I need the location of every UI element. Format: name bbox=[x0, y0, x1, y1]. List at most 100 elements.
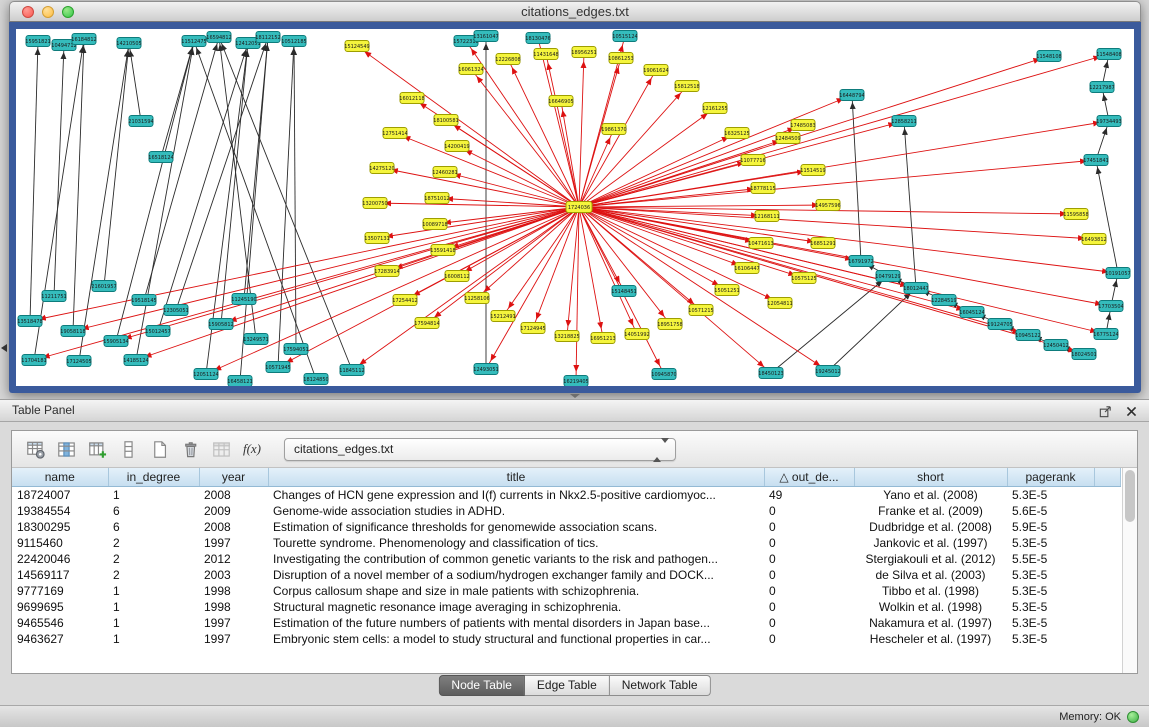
graph-edge[interactable] bbox=[1096, 160, 1118, 273]
table-row[interactable]: 911546021997Tourette syndrome. Phenomeno… bbox=[12, 535, 1120, 551]
graph-edge[interactable] bbox=[457, 146, 579, 207]
graph-edge[interactable] bbox=[30, 207, 579, 321]
table-cell[interactable]: 2009 bbox=[199, 503, 268, 519]
table-cell[interactable] bbox=[1094, 583, 1120, 599]
graph-node[interactable]: 17594051 bbox=[283, 344, 308, 355]
graph-node[interactable]: 15148451 bbox=[611, 286, 636, 297]
graph-node[interactable]: 10571945 bbox=[265, 362, 290, 373]
table-cell[interactable]: 6 bbox=[108, 503, 199, 519]
table-cell[interactable]: Estimation of the future numbers of pati… bbox=[268, 615, 764, 631]
graph-node[interactable]: 16851291 bbox=[810, 238, 835, 249]
delete-table-icon[interactable] bbox=[177, 436, 203, 462]
new-file-icon[interactable] bbox=[146, 436, 172, 462]
table-cell[interactable]: 22420046 bbox=[12, 551, 108, 567]
graph-node[interactable]: 11431648 bbox=[533, 49, 558, 60]
graph-node[interactable]: 21601957 bbox=[91, 281, 116, 292]
table-cell[interactable]: Stergiakouli et al. (2012) bbox=[854, 551, 1007, 567]
graph-node[interactable]: 18112152 bbox=[255, 32, 280, 43]
graph-node[interactable]: 11077716 bbox=[740, 155, 765, 166]
graph-node[interactable]: 16594812 bbox=[206, 32, 231, 43]
graph-edge[interactable] bbox=[579, 205, 828, 207]
network-table-select[interactable]: citations_edges.txt bbox=[284, 438, 676, 461]
graph-node[interactable]: 12751414 bbox=[382, 128, 407, 139]
graph-node[interactable]: 16775124 bbox=[1093, 329, 1118, 340]
table-cell[interactable]: 1998 bbox=[199, 599, 268, 615]
graph-node[interactable]: 16106447 bbox=[734, 263, 759, 274]
graph-node[interactable]: 11595858 bbox=[1063, 209, 1088, 220]
table-cell[interactable]: 0 bbox=[764, 503, 854, 519]
graph-node[interactable]: 19518145 bbox=[131, 295, 156, 306]
graph-edge[interactable] bbox=[352, 207, 579, 370]
table-cell[interactable] bbox=[1094, 615, 1120, 631]
graph-node[interactable]: 13218825 bbox=[554, 331, 579, 342]
graph-edge[interactable] bbox=[435, 207, 579, 224]
graph-node[interactable]: 11514519 bbox=[800, 165, 825, 176]
close-window-button[interactable] bbox=[22, 6, 34, 18]
graph-edge[interactable] bbox=[144, 37, 219, 300]
graph-node[interactable]: 16061324 bbox=[458, 64, 483, 75]
table-cell[interactable]: 1997 bbox=[199, 631, 268, 647]
table-cell[interactable]: Changes of HCN gene expression and I(f) … bbox=[268, 487, 764, 504]
graph-node[interactable]: 15951821 bbox=[25, 36, 50, 47]
graph-node[interactable]: 16219405 bbox=[563, 376, 588, 387]
graph-edge[interactable] bbox=[579, 207, 916, 288]
graph-node[interactable]: 18024501 bbox=[1071, 349, 1096, 360]
graph-edge[interactable] bbox=[579, 56, 1049, 207]
table-cell[interactable]: Tourette syndrome. Phenomenology and cla… bbox=[268, 535, 764, 551]
graph-node[interactable]: 1724036 bbox=[566, 202, 592, 213]
table-cell[interactable]: 1 bbox=[108, 487, 199, 504]
table-cell[interactable]: 2003 bbox=[199, 567, 268, 583]
graph-node[interactable]: 14200419 bbox=[444, 141, 469, 152]
table-cell[interactable]: Franke et al. (2009) bbox=[854, 503, 1007, 519]
graph-node[interactable]: 12226808 bbox=[495, 54, 520, 65]
table-cell[interactable] bbox=[1094, 551, 1120, 567]
network-graph[interactable]: 1724036 16061324 12226808 11431648 18956251 1… bbox=[16, 29, 1134, 386]
column-header[interactable]: in_degree bbox=[108, 468, 199, 487]
graph-node[interactable]: 19861370 bbox=[601, 124, 626, 135]
graph-node[interactable]: 11548408 bbox=[1096, 49, 1121, 60]
table-cell[interactable]: 5.3E-5 bbox=[1007, 583, 1094, 599]
graph-edge[interactable] bbox=[579, 52, 584, 207]
table-row[interactable]: 1456911722003Disruption of a novel membe… bbox=[12, 567, 1120, 583]
graph-node[interactable]: 12450412 bbox=[1043, 340, 1068, 351]
table-cell[interactable]: 5.3E-5 bbox=[1007, 599, 1094, 615]
table-vertical-scrollbar[interactable] bbox=[1122, 468, 1137, 673]
graph-edge[interactable] bbox=[852, 95, 861, 261]
table-cell[interactable]: 9115460 bbox=[12, 535, 108, 551]
table-cell[interactable]: 9465546 bbox=[12, 615, 108, 631]
function-builder-icon[interactable]: f(x) bbox=[239, 436, 265, 462]
graph-node[interactable]: 16045124 bbox=[959, 307, 984, 318]
import-table-icon[interactable] bbox=[208, 436, 234, 462]
graph-edge[interactable] bbox=[579, 207, 1084, 354]
graph-edge[interactable] bbox=[508, 59, 579, 207]
table-cell[interactable]: 0 bbox=[764, 535, 854, 551]
graph-node[interactable]: 19124705 bbox=[987, 319, 1012, 330]
table-cell[interactable]: 2012 bbox=[199, 551, 268, 567]
collapse-panel-icon[interactable] bbox=[1, 344, 7, 352]
graph-node[interactable]: 21031594 bbox=[128, 116, 153, 127]
graph-node[interactable]: 19734493 bbox=[1096, 116, 1121, 127]
table-cell[interactable]: Jankovic et al. (1997) bbox=[854, 535, 1007, 551]
column-header[interactable] bbox=[1094, 468, 1120, 487]
graph-node[interactable]: 14185124 bbox=[123, 355, 148, 366]
graph-node[interactable]: 17594814 bbox=[414, 318, 439, 329]
graph-node[interactable]: 16458121 bbox=[227, 376, 252, 387]
graph-node[interactable]: 10089718 bbox=[422, 219, 447, 230]
table-cell[interactable]: 1 bbox=[108, 599, 199, 615]
graph-node[interactable]: 17254412 bbox=[392, 295, 417, 306]
table-cell[interactable] bbox=[1094, 535, 1120, 551]
graph-node[interactable]: 12484509 bbox=[775, 133, 800, 144]
close-panel-icon[interactable] bbox=[1123, 403, 1139, 419]
splitter-handle-icon[interactable] bbox=[570, 394, 580, 398]
graph-edge[interactable] bbox=[240, 37, 268, 381]
graph-node[interactable]: 16791972 bbox=[848, 256, 873, 267]
graph-node[interactable]: 18956251 bbox=[571, 47, 596, 58]
table-mode-icon[interactable] bbox=[22, 436, 48, 462]
window-titlebar[interactable]: citations_edges.txt bbox=[9, 1, 1141, 22]
graph-node[interactable]: 19058118 bbox=[60, 326, 85, 337]
graph-edge[interactable] bbox=[176, 37, 268, 310]
graph-node[interactable]: 18124850 bbox=[303, 374, 328, 385]
column-header[interactable]: △ out_de... bbox=[764, 468, 854, 487]
graph-node[interactable]: 16493812 bbox=[1081, 234, 1106, 245]
graph-node[interactable]: 17703504 bbox=[1098, 301, 1123, 312]
